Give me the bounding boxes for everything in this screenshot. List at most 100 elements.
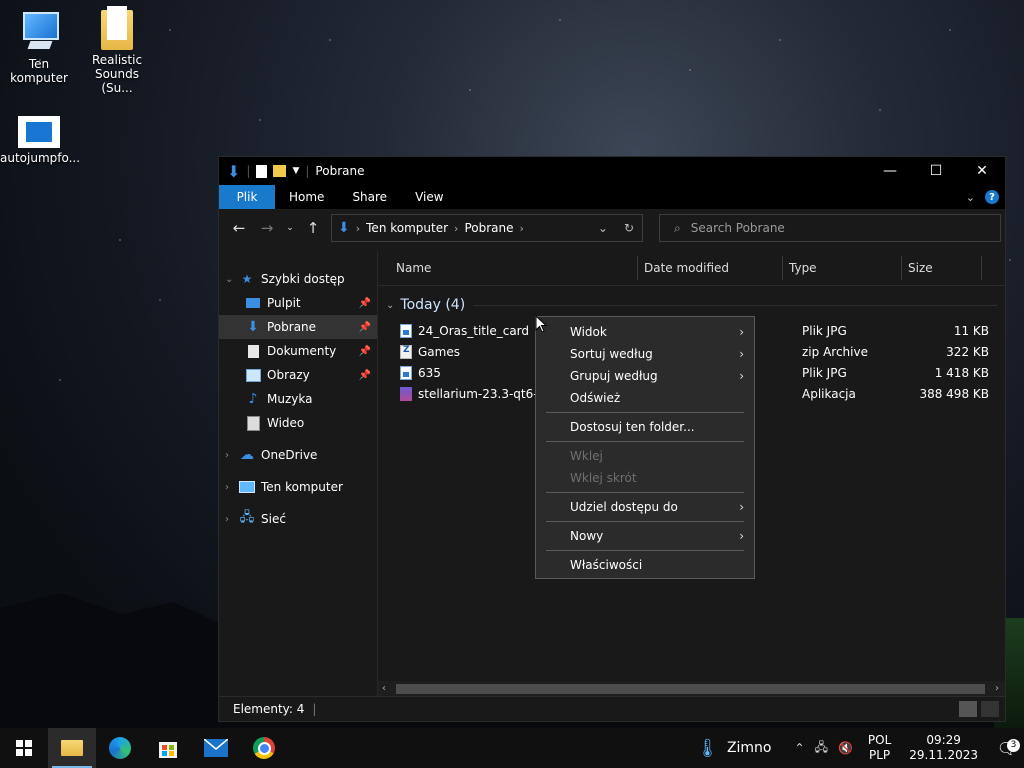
sidebar-item-network[interactable]: › 🖧 Sieć <box>219 507 377 531</box>
details-view-button[interactable] <box>959 701 977 717</box>
sidebar-item-onedrive[interactable]: › ☁ OneDrive <box>219 443 377 467</box>
desktop-icon-this-pc[interactable]: Ten komputer <box>0 10 78 85</box>
maximize-button[interactable]: ☐ <box>913 157 959 185</box>
column-name[interactable]: Name <box>378 256 638 280</box>
chevron-down-icon[interactable]: ⌄ <box>386 300 394 311</box>
menu-item-new[interactable]: Nowy › <box>536 525 754 547</box>
back-button[interactable]: ← <box>229 219 249 237</box>
breadcrumb-this-pc[interactable]: Ten komputer <box>366 221 448 235</box>
up-button[interactable]: ↑ <box>303 219 323 237</box>
sidebar-item-quick-access[interactable]: ⌄ ★ Szybki dostęp <box>219 267 377 291</box>
desktop-icon-realistic-sounds[interactable]: Realistic Sounds (Su... <box>78 6 156 95</box>
recent-locations-button[interactable]: ⌄ <box>285 223 295 233</box>
sidebar-item-pictures[interactable]: Obrazy 📌 <box>219 363 377 387</box>
forward-button[interactable]: → <box>257 219 277 237</box>
column-type[interactable]: Type <box>783 256 902 280</box>
scroll-right-icon[interactable]: › <box>995 681 999 697</box>
group-header-today[interactable]: ⌄ Today (4) <box>386 294 1005 316</box>
refresh-icon[interactable]: ↻ <box>624 221 634 235</box>
start-button[interactable] <box>0 728 48 768</box>
sidebar-item-videos[interactable]: Wideo <box>219 411 377 435</box>
large-icons-view-button[interactable] <box>981 701 999 717</box>
notification-center-button[interactable]: 🗨 3 <box>990 738 1024 758</box>
chevron-right-icon[interactable]: › <box>225 514 239 525</box>
taskbar-store[interactable] <box>144 728 192 768</box>
column-size[interactable]: Size <box>902 256 982 280</box>
menu-item-properties[interactable]: Właściwości <box>536 554 754 576</box>
application-icon <box>18 116 60 148</box>
taskbar-file-explorer[interactable] <box>48 728 96 768</box>
taskbar-edge[interactable] <box>96 728 144 768</box>
tab-view[interactable]: View <box>401 185 457 209</box>
pin-icon[interactable]: 📌 <box>359 322 371 333</box>
chevron-down-icon[interactable]: ⌄ <box>225 274 239 285</box>
video-icon <box>245 415 261 431</box>
horizontal-scrollbar[interactable]: ‹ › <box>378 681 1005 697</box>
desktop-icon-autojump[interactable]: autojumpfo... <box>0 110 81 165</box>
taskbar-mail[interactable] <box>192 728 240 768</box>
tab-share[interactable]: Share <box>338 185 401 209</box>
file-type: Aplikacja <box>802 386 856 401</box>
network-icon[interactable]: 🖧 <box>815 738 828 759</box>
chevron-right-icon[interactable]: › <box>225 482 239 493</box>
pin-icon[interactable]: 📌 <box>359 346 371 357</box>
sidebar-item-label: OneDrive <box>261 448 318 462</box>
new-folder-icon[interactable] <box>273 165 287 177</box>
sidebar-item-music[interactable]: ♪ Muzyka <box>219 387 377 411</box>
tab-file[interactable]: Plik <box>219 185 275 209</box>
menu-item-customize-folder[interactable]: Dostosuj ten folder... <box>536 416 754 438</box>
file-size: 388 498 KB <box>919 386 989 401</box>
menu-item-refresh[interactable]: Odśwież <box>536 387 754 409</box>
scroll-left-icon[interactable]: ‹ <box>382 681 386 697</box>
image-file-icon <box>400 323 412 338</box>
pin-icon[interactable]: 📌 <box>359 298 371 309</box>
expand-ribbon-icon[interactable]: ⌄ <box>966 191 975 204</box>
close-button[interactable]: ✕ <box>959 157 1005 185</box>
title-bar[interactable]: ⬇ | ▼ | Pobrane — ☐ ✕ <box>219 157 1005 185</box>
thermometer-icon: 🌡 <box>696 737 719 759</box>
desktop-icon-label: autojumpfo... <box>0 151 81 165</box>
file-name: Games <box>418 344 460 359</box>
menu-item-sort-by[interactable]: Sortuj według › <box>536 343 754 365</box>
column-date-modified[interactable]: Date modified <box>638 256 783 280</box>
volume-muted-icon[interactable]: 🔇 <box>838 741 853 755</box>
properties-icon[interactable] <box>256 164 268 178</box>
store-icon <box>159 742 177 758</box>
clock[interactable]: 09:29 29.11.2023 <box>909 733 978 763</box>
pin-icon[interactable]: 📌 <box>359 370 371 381</box>
search-input[interactable]: ⌕ Search Pobrane <box>659 214 1001 242</box>
chevron-right-icon[interactable]: › <box>225 450 239 461</box>
search-icon: ⌕ <box>674 220 681 235</box>
menu-item-view[interactable]: Widok › <box>536 321 754 343</box>
file-type: Plik JPG <box>802 365 847 380</box>
menu-item-group-by[interactable]: Grupuj według › <box>536 365 754 387</box>
desktop-icon-label: Realistic Sounds (Su... <box>91 53 143 95</box>
sidebar-item-this-pc[interactable]: › Ten komputer <box>219 475 377 499</box>
clock-date: 29.11.2023 <box>909 748 978 762</box>
breadcrumb-downloads[interactable]: Pobrane <box>464 221 513 235</box>
download-icon: ⬇ <box>338 220 350 236</box>
sidebar-item-documents[interactable]: Dokumenty 📌 <box>219 339 377 363</box>
tab-home[interactable]: Home <box>275 185 338 209</box>
chevron-right-icon: › <box>739 325 744 339</box>
menu-item-give-access[interactable]: Udziel dostępu do › <box>536 496 754 518</box>
sidebar-item-downloads[interactable]: ⬇ Pobrane 📌 <box>219 315 377 339</box>
help-icon[interactable]: ? <box>985 190 999 204</box>
minimize-button[interactable]: — <box>867 157 913 185</box>
address-bar[interactable]: ⬇ › Ten komputer › Pobrane › ⌄ ↻ <box>331 214 643 242</box>
chevron-right-icon: › <box>739 529 744 543</box>
download-icon: ⬇ <box>247 319 259 335</box>
address-history-icon[interactable]: ⌄ <box>598 221 608 235</box>
navigation-bar: ← → ⌄ ↑ ⬇ › Ten komputer › Pobrane › ⌄ ↻… <box>219 209 1005 247</box>
sidebar-item-desktop[interactable]: Pulpit 📌 <box>219 291 377 315</box>
language-indicator[interactable]: POL PLP <box>868 733 891 763</box>
taskbar-chrome[interactable] <box>240 728 288 768</box>
chevron-right-icon: › <box>739 500 744 514</box>
chevron-up-icon[interactable]: ⌃ <box>795 741 805 755</box>
application-file-icon <box>400 386 412 401</box>
weather-widget[interactable]: 🌡 Zimno <box>696 738 771 759</box>
music-icon: ♪ <box>248 391 258 407</box>
network-icon: 🖧 <box>239 510 255 525</box>
scrollbar-thumb[interactable] <box>396 684 985 694</box>
chevron-down-icon[interactable]: ▼ <box>292 166 299 176</box>
